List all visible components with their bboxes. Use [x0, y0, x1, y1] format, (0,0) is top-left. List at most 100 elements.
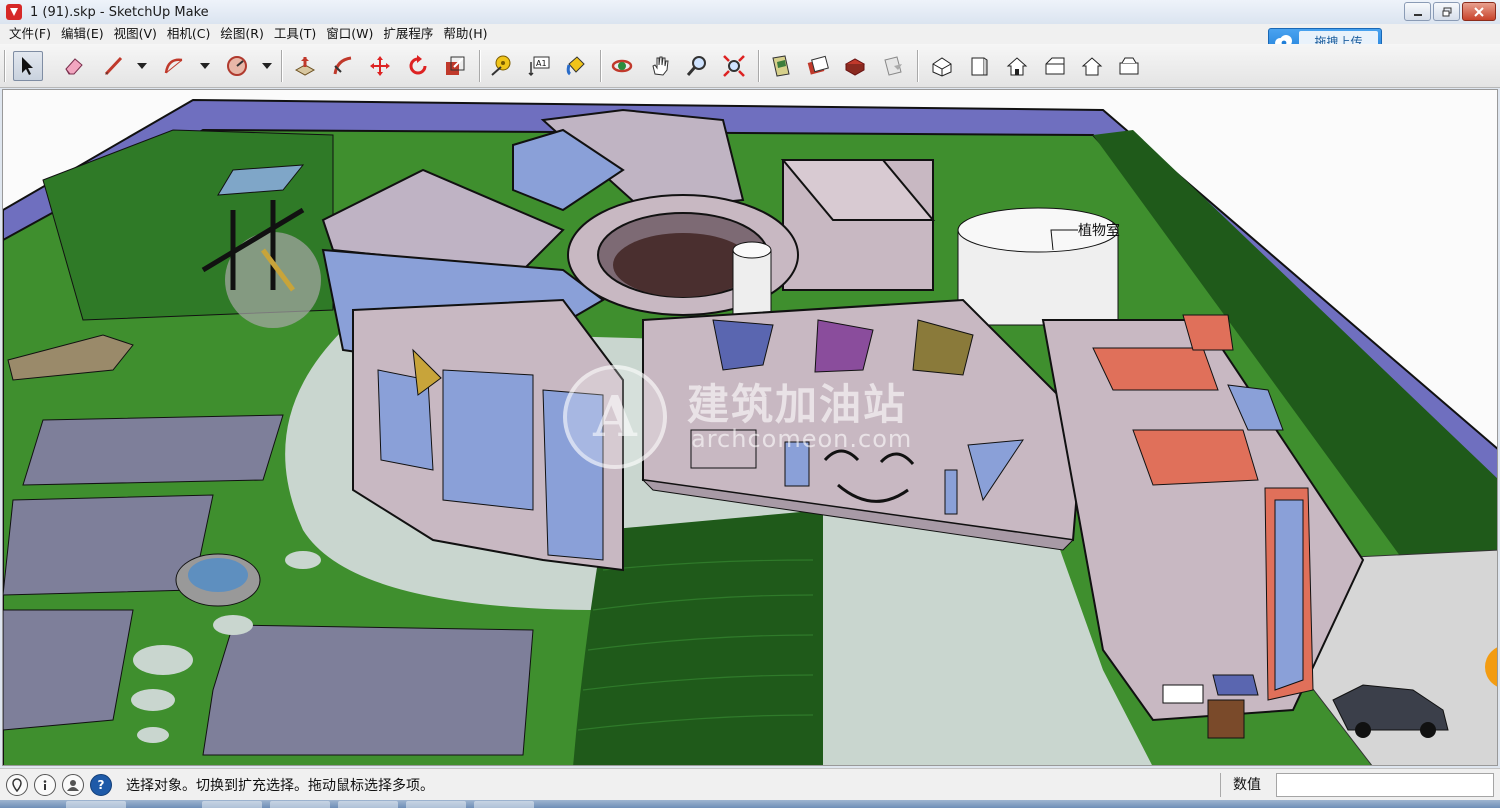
menu-tools[interactable]: 工具(T) — [269, 24, 321, 44]
extension-warehouse-icon — [844, 58, 866, 76]
restore-icon — [1442, 7, 1451, 16]
text-tool-button[interactable]: A1 — [524, 51, 554, 81]
line-icon — [104, 56, 123, 76]
taskbar-item[interactable] — [66, 801, 126, 808]
toolbar-separator — [4, 50, 6, 82]
front-view-button[interactable] — [1002, 51, 1032, 81]
move-tool-button[interactable] — [365, 51, 395, 81]
watermark-logo-icon: A — [563, 365, 667, 469]
push-pull-icon — [294, 57, 316, 76]
back-view-icon — [1081, 57, 1103, 76]
select-tool-button[interactable] — [13, 51, 43, 81]
minimize-button[interactable] — [1404, 2, 1431, 21]
scale-icon — [446, 56, 465, 75]
zoom-icon — [686, 56, 706, 76]
rotate-tool-button[interactable] — [403, 51, 433, 81]
warehouse-button[interactable] — [766, 51, 796, 81]
follow-me-tool-button[interactable] — [328, 51, 358, 81]
top-view-icon — [971, 57, 988, 76]
annotation-label: 植物室 — [1078, 222, 1120, 239]
menu-camera[interactable]: 相机(C) — [162, 24, 215, 44]
push-pull-tool-button[interactable] — [290, 51, 320, 81]
back-view-button[interactable] — [1077, 51, 1107, 81]
toolbar-separator — [917, 50, 919, 82]
orbit-icon — [611, 59, 633, 73]
layout-button[interactable] — [878, 51, 908, 81]
menu-file[interactable]: 文件(F) — [4, 24, 56, 44]
sketchup-logo-icon — [6, 4, 22, 20]
left-view-icon — [1119, 57, 1139, 75]
zoom-extents-tool-button[interactable] — [719, 51, 749, 81]
chevron-down-icon[interactable] — [136, 60, 148, 72]
layout-icon — [884, 56, 902, 76]
measurements-input[interactable] — [1276, 773, 1494, 797]
shape-icon — [227, 56, 247, 76]
toolbar-separator — [758, 50, 760, 82]
paint-bucket-icon — [566, 56, 585, 76]
window-controls — [1404, 2, 1496, 21]
share-model-icon — [807, 55, 829, 75]
front-view-icon — [1006, 57, 1028, 76]
menu-view[interactable]: 视图(V) — [109, 24, 162, 44]
restore-button[interactable] — [1433, 2, 1460, 21]
menu-extensions[interactable]: 扩展程序 — [378, 24, 438, 44]
scale-tool-button[interactable] — [440, 51, 470, 81]
eraser-tool-button[interactable] — [59, 51, 89, 81]
status-message: 选择对象。切换到扩充选择。拖动鼠标选择多项。 — [126, 777, 434, 794]
toolbar-separator — [479, 50, 481, 82]
arc-tool-button[interactable] — [159, 51, 189, 81]
extension-warehouse-button[interactable] — [840, 51, 870, 81]
taskbar-item[interactable] — [270, 801, 330, 808]
status-bar: ? 选择对象。切换到扩充选择。拖动鼠标选择多项。 数值 — [0, 768, 1500, 800]
close-button[interactable] — [1462, 2, 1496, 21]
toolbar-separator — [600, 50, 602, 82]
taskbar-item[interactable] — [474, 801, 534, 808]
location-icon[interactable] — [6, 773, 28, 796]
window-title: 1 (91).skp - SketchUp Make — [30, 4, 209, 20]
arc-icon — [164, 58, 183, 74]
watermark-subtitle: archcomeon.com — [691, 425, 913, 453]
follow-me-icon — [333, 56, 352, 75]
paint-bucket-tool-button[interactable] — [561, 51, 591, 81]
svg-text:A1: A1 — [536, 59, 547, 68]
taskbar-item[interactable] — [406, 801, 466, 808]
text-icon: A1 — [528, 56, 550, 77]
iso-view-icon — [932, 57, 952, 77]
top-view-button[interactable] — [964, 51, 994, 81]
orbit-tool-button[interactable] — [607, 51, 637, 81]
menu-help[interactable]: 帮助(H) — [438, 24, 492, 44]
menu-draw[interactable]: 绘图(R) — [215, 24, 268, 44]
minimize-icon — [1413, 13, 1422, 16]
right-view-button[interactable] — [1040, 51, 1070, 81]
user-icon[interactable] — [62, 773, 84, 796]
eraser-icon — [65, 58, 83, 75]
line-tool-button[interactable] — [99, 51, 129, 81]
model-viewport[interactable]: 植物室 A 建筑加油站 archcomeon.com — [2, 89, 1498, 766]
chevron-down-icon[interactable] — [199, 60, 211, 72]
select-icon — [22, 57, 33, 75]
tape-measure-tool-button[interactable] — [486, 51, 516, 81]
share-model-button[interactable] — [803, 51, 833, 81]
taskbar-item[interactable] — [338, 801, 398, 808]
taskbar-item[interactable] — [202, 801, 262, 808]
help-icon[interactable]: ? — [90, 773, 112, 796]
move-icon — [370, 56, 390, 76]
measurements-label: 数值 — [1220, 773, 1261, 797]
watermark: A 建筑加油站 archcomeon.com — [563, 365, 963, 475]
close-icon — [1474, 6, 1484, 17]
tape-measure-icon — [491, 55, 511, 76]
title-bar: 1 (91).skp - SketchUp Make — [0, 0, 1500, 24]
menu-window[interactable]: 窗口(W) — [321, 24, 378, 44]
taskbar — [0, 800, 1500, 808]
menu-edit[interactable]: 编辑(E) — [56, 24, 109, 44]
watermark-title: 建筑加油站 — [687, 380, 908, 429]
right-view-icon — [1045, 57, 1065, 75]
info-icon[interactable] — [34, 773, 56, 796]
shape-tool-button[interactable] — [222, 51, 252, 81]
iso-view-button[interactable] — [927, 51, 957, 81]
rotate-icon — [409, 55, 427, 75]
zoom-tool-button[interactable] — [682, 51, 712, 81]
chevron-down-icon[interactable] — [261, 60, 273, 72]
pan-tool-button[interactable] — [645, 51, 675, 81]
left-view-button[interactable] — [1114, 51, 1144, 81]
